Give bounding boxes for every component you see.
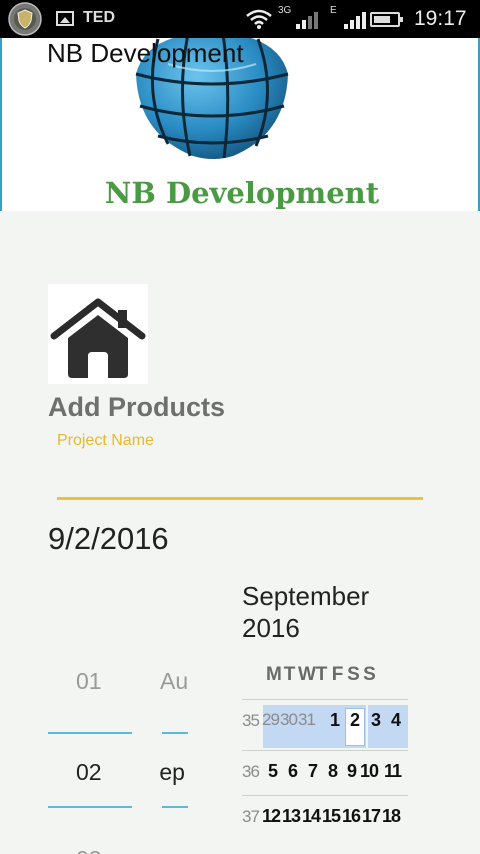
calendar-weekday-header: MTWT F S S xyxy=(266,664,378,686)
spinner-divider xyxy=(48,732,132,734)
clock: 19:17 xyxy=(414,7,467,30)
calendar-day[interactable]: 31 xyxy=(298,710,316,730)
calendar-day[interactable]: 5 xyxy=(268,761,278,782)
network-e-label: E xyxy=(330,5,337,16)
month-current-value[interactable]: Sep xyxy=(160,759,185,786)
day-next-value-clipped: 03 xyxy=(76,846,102,854)
weekday-label: T xyxy=(315,664,329,685)
week-number: 36 xyxy=(242,762,260,781)
network-3g-label: 3G xyxy=(278,5,292,16)
weekday-label: M xyxy=(266,664,283,685)
weekday-label: S xyxy=(363,664,377,685)
status-bar: TED 3G E 19:17 xyxy=(0,0,480,38)
calendar-day-selected[interactable]: 2 xyxy=(350,710,360,731)
calendar-week-row: 35 29 30 31 1 2 3 4 xyxy=(242,699,408,748)
calendar-day[interactable]: 11 xyxy=(384,761,402,782)
calendar-day[interactable]: 16 xyxy=(342,806,361,827)
weekday-label: F xyxy=(331,664,345,685)
header-banner: NB Development NB Development xyxy=(0,38,480,211)
page-heading: Add Products xyxy=(48,392,226,422)
calendar-day[interactable]: 6 xyxy=(288,761,298,782)
calendar-week-row: 37 12 13 14 15 16 17 18 xyxy=(242,795,408,839)
day-prev-value[interactable]: 01 xyxy=(76,668,102,695)
calendar-day[interactable]: 13 xyxy=(282,806,301,827)
calendar-month-title: September 2016 xyxy=(242,581,370,643)
calendar-day[interactable]: 18 xyxy=(382,806,401,827)
calendar-week-row: 36 5 6 7 8 9 10 11 xyxy=(242,750,408,794)
wifi-icon xyxy=(246,9,272,29)
calendar-day[interactable]: 15 xyxy=(322,806,341,827)
month-prev-value[interactable]: Aug xyxy=(160,668,188,695)
weekday-label: S xyxy=(347,664,361,685)
calendar-day[interactable]: 1 xyxy=(330,710,340,731)
selected-date: 9/2/2016 xyxy=(48,521,169,556)
logo-text: NB Development xyxy=(104,176,380,210)
spinner-divider xyxy=(48,806,132,808)
calendar-day[interactable]: 4 xyxy=(391,710,401,731)
shield-icon xyxy=(8,2,42,36)
day-current-value[interactable]: 02 xyxy=(76,759,102,786)
spinner-divider xyxy=(162,732,188,734)
calendar-day[interactable]: 17 xyxy=(362,806,381,827)
calendar-day[interactable]: 29 xyxy=(262,710,280,730)
calendar-day[interactable]: 12 xyxy=(262,806,281,827)
week-number: 35 xyxy=(242,711,260,730)
project-name-input[interactable] xyxy=(57,456,423,500)
home-icon xyxy=(50,298,146,378)
calendar-day[interactable]: 9 xyxy=(347,761,357,782)
app-title: NB Development xyxy=(47,38,244,68)
calendar-day[interactable]: 14 xyxy=(302,806,321,827)
weekday-label: T xyxy=(283,664,297,685)
calendar-day[interactable]: 3 xyxy=(371,710,381,731)
image-notification-icon xyxy=(56,11,74,26)
spinner-divider xyxy=(162,806,188,808)
month-spinner[interactable]: Aug Sep xyxy=(160,650,188,854)
calendar-day[interactable]: 7 xyxy=(308,761,318,782)
week-number: 37 xyxy=(242,807,260,826)
weekday-label: W xyxy=(298,664,317,685)
signal-icon xyxy=(344,12,366,29)
calendar-day[interactable]: 8 xyxy=(328,761,338,782)
signal-icon xyxy=(296,12,318,29)
battery-icon xyxy=(370,12,403,27)
home-button[interactable] xyxy=(48,284,148,384)
calendar-day[interactable]: 10 xyxy=(360,761,379,782)
project-name-label: Project Name xyxy=(57,432,154,449)
carrier-label: TED xyxy=(83,9,115,26)
calendar-day[interactable]: 30 xyxy=(280,710,298,730)
